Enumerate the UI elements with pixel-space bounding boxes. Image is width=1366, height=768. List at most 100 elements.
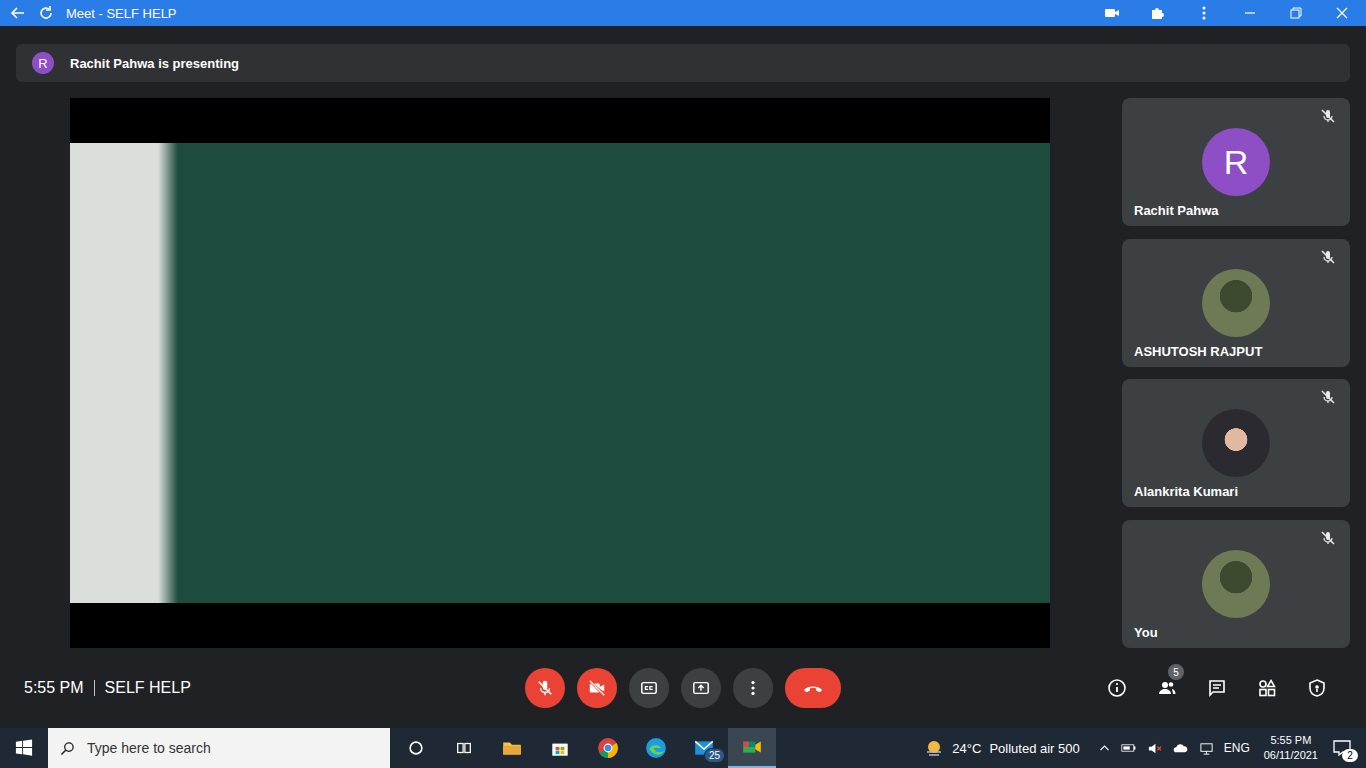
explorer-app[interactable] (488, 728, 536, 768)
video-frame (70, 143, 1050, 603)
weather-temperature: 24°C (952, 741, 981, 756)
mic-off-icon (1320, 108, 1336, 124)
activities-button[interactable] (1256, 677, 1278, 699)
edge-app[interactable] (632, 728, 680, 768)
meeting-details: 5:55 PM SELF HELP (24, 679, 525, 697)
clock-date: 06/11/2021 (1264, 748, 1318, 763)
weather-haze-icon (924, 738, 944, 758)
participant-tiles: R Rachit Pahwa ASHUTOSH RAJPUT Alankrita Ku… (1122, 98, 1350, 648)
folder-icon (501, 737, 523, 759)
participant-photo (1202, 409, 1270, 477)
presenting-text: Rachit Pahwa is presenting (70, 56, 239, 71)
mic-off-icon (1320, 249, 1336, 265)
taskbar-apps: 25 (392, 728, 776, 768)
stage: R Rachit Pahwa ASHUTOSH RAJPUT Alankrita Ku… (16, 98, 1350, 648)
meeting-name: SELF HELP (105, 679, 191, 697)
close-icon[interactable] (1334, 5, 1350, 21)
participant-name: ASHUTOSH RAJPUT (1134, 344, 1262, 359)
control-bar: 5:55 PM SELF HELP 5 (16, 648, 1350, 728)
participant-count-badge: 5 (1168, 664, 1184, 680)
shared-video (70, 98, 1050, 648)
store-app[interactable] (536, 728, 584, 768)
people-button[interactable]: 5 (1156, 677, 1178, 699)
reload-icon[interactable] (38, 5, 54, 21)
chat-button[interactable] (1206, 677, 1228, 699)
battery-icon[interactable] (1121, 741, 1137, 755)
captions-icon (640, 679, 658, 697)
more-options-icon (744, 679, 762, 697)
chat-icon (1207, 678, 1227, 698)
title-bar: Meet - SELF HELP (0, 0, 1366, 26)
input-language[interactable]: ENG (1224, 741, 1250, 755)
host-controls-shield-icon (1307, 678, 1327, 698)
weather-widget[interactable]: 24°C Polluted air 500 (924, 738, 1079, 758)
notification-count: 2 (1342, 749, 1358, 762)
meet-area: R Rachit Pahwa is presenting R Rachit Pahwa… (0, 26, 1366, 728)
task-view-icon (455, 739, 473, 757)
participant-avatar: R (1202, 128, 1270, 196)
search-placeholder: Type here to search (87, 740, 211, 756)
mail-app[interactable]: 25 (680, 728, 728, 768)
weather-text: Polluted air 500 (989, 741, 1079, 756)
mail-count-badge: 25 (704, 748, 725, 763)
clock-time: 5:55 PM (1270, 733, 1311, 748)
captions-button[interactable] (629, 668, 669, 708)
participant-photo (1202, 550, 1270, 618)
mic-off-icon (1320, 530, 1336, 546)
divider (94, 680, 95, 696)
participant-tile[interactable]: You (1122, 520, 1350, 648)
search-icon (60, 741, 75, 756)
cortana-icon (407, 739, 425, 757)
screen: Meet - SELF HELP R Rachit Pahwa is present… (0, 0, 1366, 768)
camera-off-icon (588, 679, 606, 697)
participant-tile[interactable]: ASHUTOSH RAJPUT (1122, 239, 1350, 367)
system-tray: 24°C Polluted air 500 ENG 5:55 PM06/11/2021… (924, 733, 1366, 763)
info-icon (1107, 678, 1127, 698)
onedrive-cloud-icon[interactable] (1172, 741, 1189, 755)
windows-start-icon[interactable] (15, 739, 33, 757)
camera-icon[interactable] (1104, 5, 1120, 21)
participant-name: Alankrita Kumari (1134, 484, 1238, 499)
show-hidden-icons-icon[interactable] (1098, 742, 1111, 755)
google-meet-icon (741, 736, 763, 758)
side-controls: 5 (841, 677, 1342, 699)
minimize-icon[interactable] (1242, 5, 1258, 21)
mic-button[interactable] (525, 668, 565, 708)
participant-name: You (1134, 625, 1158, 640)
participant-name: Rachit Pahwa (1134, 203, 1219, 218)
taskbar-search[interactable]: Type here to search (48, 728, 390, 768)
notifications-button[interactable]: 2 (1328, 734, 1356, 762)
camera-button[interactable] (577, 668, 617, 708)
network-icon[interactable] (1199, 741, 1214, 756)
activities-icon (1257, 678, 1277, 698)
present-button[interactable] (681, 668, 721, 708)
extension-icon[interactable] (1150, 5, 1166, 21)
window-title: Meet - SELF HELP (66, 6, 177, 21)
menu-dots-icon[interactable] (1196, 5, 1212, 21)
clock[interactable]: 5:55 PM06/11/2021 (1264, 733, 1318, 763)
mic-off-icon (536, 679, 554, 697)
restore-icon[interactable] (1288, 5, 1304, 21)
hangup-button[interactable] (785, 668, 841, 708)
host-button[interactable] (1306, 677, 1328, 699)
participant-photo (1202, 269, 1270, 337)
info-button[interactable] (1106, 677, 1128, 699)
taskbar: Type here to search 25 24°C Polluted air 50… (0, 728, 1366, 768)
volume-muted-icon[interactable] (1147, 741, 1162, 756)
mic-off-icon (1320, 389, 1336, 405)
hang-up-icon (802, 677, 824, 699)
task-view-app[interactable] (440, 728, 488, 768)
meeting-time: 5:55 PM (24, 679, 84, 697)
meet-app[interactable] (728, 728, 776, 768)
chrome-icon (597, 737, 619, 759)
back-arrow-icon[interactable] (10, 5, 26, 21)
chrome-app[interactable] (584, 728, 632, 768)
more-button[interactable] (733, 668, 773, 708)
participant-tile[interactable]: R Rachit Pahwa (1122, 98, 1350, 226)
present-screen-icon (692, 679, 710, 697)
store-icon (549, 737, 571, 759)
participant-tile[interactable]: Alankrita Kumari (1122, 379, 1350, 507)
people-icon (1157, 678, 1177, 698)
presenter-avatar: R (32, 52, 54, 74)
cortana-app[interactable] (392, 728, 440, 768)
